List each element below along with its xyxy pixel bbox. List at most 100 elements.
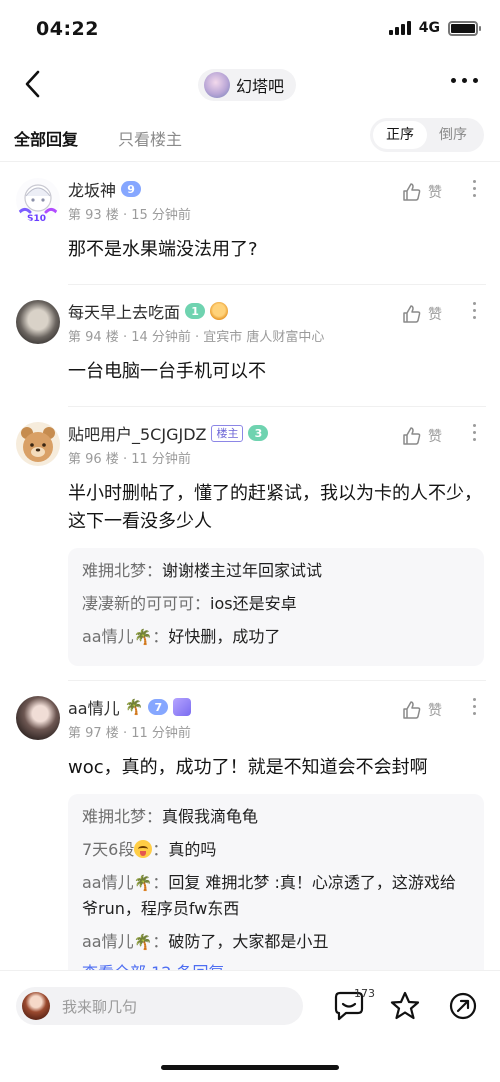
level-badge: 7 <box>148 699 169 715</box>
thumbs-up-icon <box>403 305 421 323</box>
level-badge: 1 <box>185 303 206 319</box>
sub-reply: aa情儿🌴：回复 难拥北梦 :真！心凉透了，这游戏给爷run，程序员fw东西 <box>82 873 456 918</box>
fan-badge-icon <box>210 302 229 320</box>
my-avatar <box>22 992 50 1020</box>
username[interactable]: aa情儿 <box>68 695 120 719</box>
username-row: aa情儿 🌴 7 <box>68 695 192 719</box>
post-floor-93: S10 龙坂神 9 第 93 楼 · 15 分钟前 赞 那不是水果端没法用了? <box>0 178 500 284</box>
home-indicator <box>161 1065 339 1070</box>
filter-bar: 全部回复 只看楼主 正序 倒序 <box>0 112 500 162</box>
post-more-icon[interactable] <box>470 180 478 197</box>
sub-reply-author[interactable]: aa情儿 <box>82 627 134 646</box>
post-content: 那不是水果端没法用了? <box>68 239 258 260</box>
sub-reply-author[interactable]: aa情儿 <box>82 873 134 892</box>
username-row: 龙坂神 9 <box>68 177 142 201</box>
battery-icon <box>448 20 481 36</box>
star-icon[interactable] <box>390 991 420 1021</box>
palm-tree-icon: 🌴 <box>133 874 153 892</box>
like-label: 赞 <box>428 307 442 323</box>
divider <box>68 284 486 285</box>
sub-reply-text: 好快删，成功了 <box>168 627 281 646</box>
sub-reply: aa情儿🌴：破防了，大家都是小丑 <box>82 929 470 955</box>
sort-descending-button[interactable]: 倒序 <box>428 121 478 149</box>
like-button[interactable]: 赞 <box>402 182 442 202</box>
palm-tree-icon: 🌴 <box>124 698 144 716</box>
anime-avatar-image: S10 <box>16 184 60 222</box>
post-floor-97: aa情儿 🌴 7 第 97 楼 · 11 分钟前 赞 woc，真的，成功了！就是… <box>0 695 500 991</box>
tongue-face-emoji-icon <box>134 840 153 858</box>
sort-toggle: 正序 倒序 <box>370 118 484 152</box>
comment-input[interactable]: 我来聊几句 <box>16 987 303 1025</box>
post-content: 一台电脑一台手机可以不 <box>68 361 266 382</box>
like-button[interactable]: 赞 <box>402 304 442 324</box>
bottom-bar: 我来聊几句 173 <box>0 970 500 1082</box>
sub-reply: aa情儿🌴：好快删，成功了 <box>82 624 470 650</box>
share-icon[interactable] <box>448 991 478 1021</box>
level-badge: 9 <box>121 181 142 197</box>
sub-reply-text: 破防了，大家都是小丑 <box>168 932 329 951</box>
sub-reply-author[interactable]: 7天6段 <box>82 840 134 859</box>
avatar[interactable] <box>16 300 60 344</box>
sub-reply-author[interactable]: aa情儿 <box>82 932 134 951</box>
post-meta: 第 93 楼 · 15 分钟前 <box>68 208 191 223</box>
back-arrow-icon[interactable] <box>18 68 50 100</box>
post-more-icon[interactable] <box>470 302 478 319</box>
username-row: 每天早上去吃面 1 <box>68 299 229 323</box>
post-content: woc，真的，成功了！就是不知道会不会封啊 <box>68 757 428 778</box>
sub-reply-author[interactable]: 凄凄新的可可可： <box>82 594 210 613</box>
sub-reply-text: 真假我滴龟龟 <box>162 807 259 826</box>
sub-reply-author[interactable]: 难拥北梦： <box>82 561 162 580</box>
post-more-icon[interactable] <box>470 698 478 715</box>
post-floor-94: 每天早上去吃面 1 第 94 楼 · 14 分钟前 · 宜宾市 唐人财富中心 赞… <box>0 300 500 406</box>
like-button[interactable]: 赞 <box>402 426 442 446</box>
status-bar: 04:22 4G <box>0 0 500 56</box>
sort-ascending-button[interactable]: 正序 <box>373 121 427 149</box>
sub-reply-box[interactable]: 难拥北梦：真假我滴龟龟 7天6段 ：真的吗 aa情儿🌴：回复 难拥北梦 :真！心凉… <box>68 794 484 991</box>
sub-reply: 凄凄新的可可可：ios还是安卓 <box>82 591 470 616</box>
status-indicators: 4G <box>388 20 481 36</box>
username[interactable]: 每天早上去吃面 <box>68 299 180 323</box>
post-meta: 第 94 楼 · 14 分钟前 · 宜宾市 唐人财富中心 <box>68 330 325 345</box>
forum-name: 幻塔吧 <box>236 77 285 96</box>
tab-host-only[interactable]: 只看楼主 <box>118 126 182 150</box>
post-meta: 第 97 楼 · 11 分钟前 <box>68 726 191 741</box>
more-options-icon[interactable] <box>451 78 478 83</box>
username[interactable]: 龙坂神 <box>68 177 116 201</box>
host-tag: 楼主 <box>211 424 244 442</box>
nav-bar: 幻塔吧 <box>0 60 500 110</box>
avatar[interactable] <box>16 696 60 740</box>
thumbs-up-icon <box>403 701 421 719</box>
forum-avatar <box>204 72 230 98</box>
post-content: 半小时删帖了，懂了的赶紧试，我以为卡的人不少，这下一看没多少人 <box>68 483 482 532</box>
level-badge: 3 <box>248 425 269 441</box>
like-label: 赞 <box>428 185 442 201</box>
network-label: 4G <box>418 20 440 36</box>
status-time: 04:22 <box>36 18 99 40</box>
divider <box>68 406 486 407</box>
sub-reply-text: 真的吗 <box>168 840 217 859</box>
crown-badge-icon <box>173 698 192 716</box>
tab-all-replies[interactable]: 全部回复 <box>14 126 78 150</box>
bear-avatar-image <box>21 427 55 462</box>
username-row: 贴吧用户_5CJGJDZ 楼主 3 <box>68 421 269 445</box>
sub-reply-box[interactable]: 难拥北梦：谢谢楼主过年回家试试 凄凄新的可可可：ios还是安卓 aa情儿🌴：好快… <box>68 548 484 666</box>
like-button[interactable]: 赞 <box>402 700 442 720</box>
post-floor-96: 贴吧用户_5CJGJDZ 楼主 3 第 96 楼 · 11 分钟前 赞 半小时删… <box>0 422 500 678</box>
username[interactable]: 贴吧用户_5CJGJDZ <box>68 421 206 445</box>
forum-chip[interactable]: 幻塔吧 <box>198 69 297 101</box>
sub-reply-author[interactable]: 难拥北梦： <box>82 807 162 826</box>
sub-reply-text: ios还是安卓 <box>210 594 297 613</box>
thumbs-up-icon <box>403 183 421 201</box>
sub-reply-text: 谢谢楼主过年回家试试 <box>162 561 323 580</box>
palm-tree-icon: 🌴 <box>133 933 153 951</box>
avatar-frame-label: S10 <box>27 214 46 222</box>
post-meta: 第 96 楼 · 11 分钟前 <box>68 452 191 467</box>
divider <box>68 680 486 681</box>
sub-reply: 难拥北梦：真假我滴龟龟 <box>82 804 470 829</box>
avatar[interactable] <box>16 422 60 466</box>
thumbs-up-icon <box>403 427 421 445</box>
signal-icon <box>388 21 411 35</box>
avatar[interactable]: S10 <box>16 178 60 222</box>
sub-reply: 难拥北梦：谢谢楼主过年回家试试 <box>82 558 470 583</box>
post-more-icon[interactable] <box>470 424 478 441</box>
